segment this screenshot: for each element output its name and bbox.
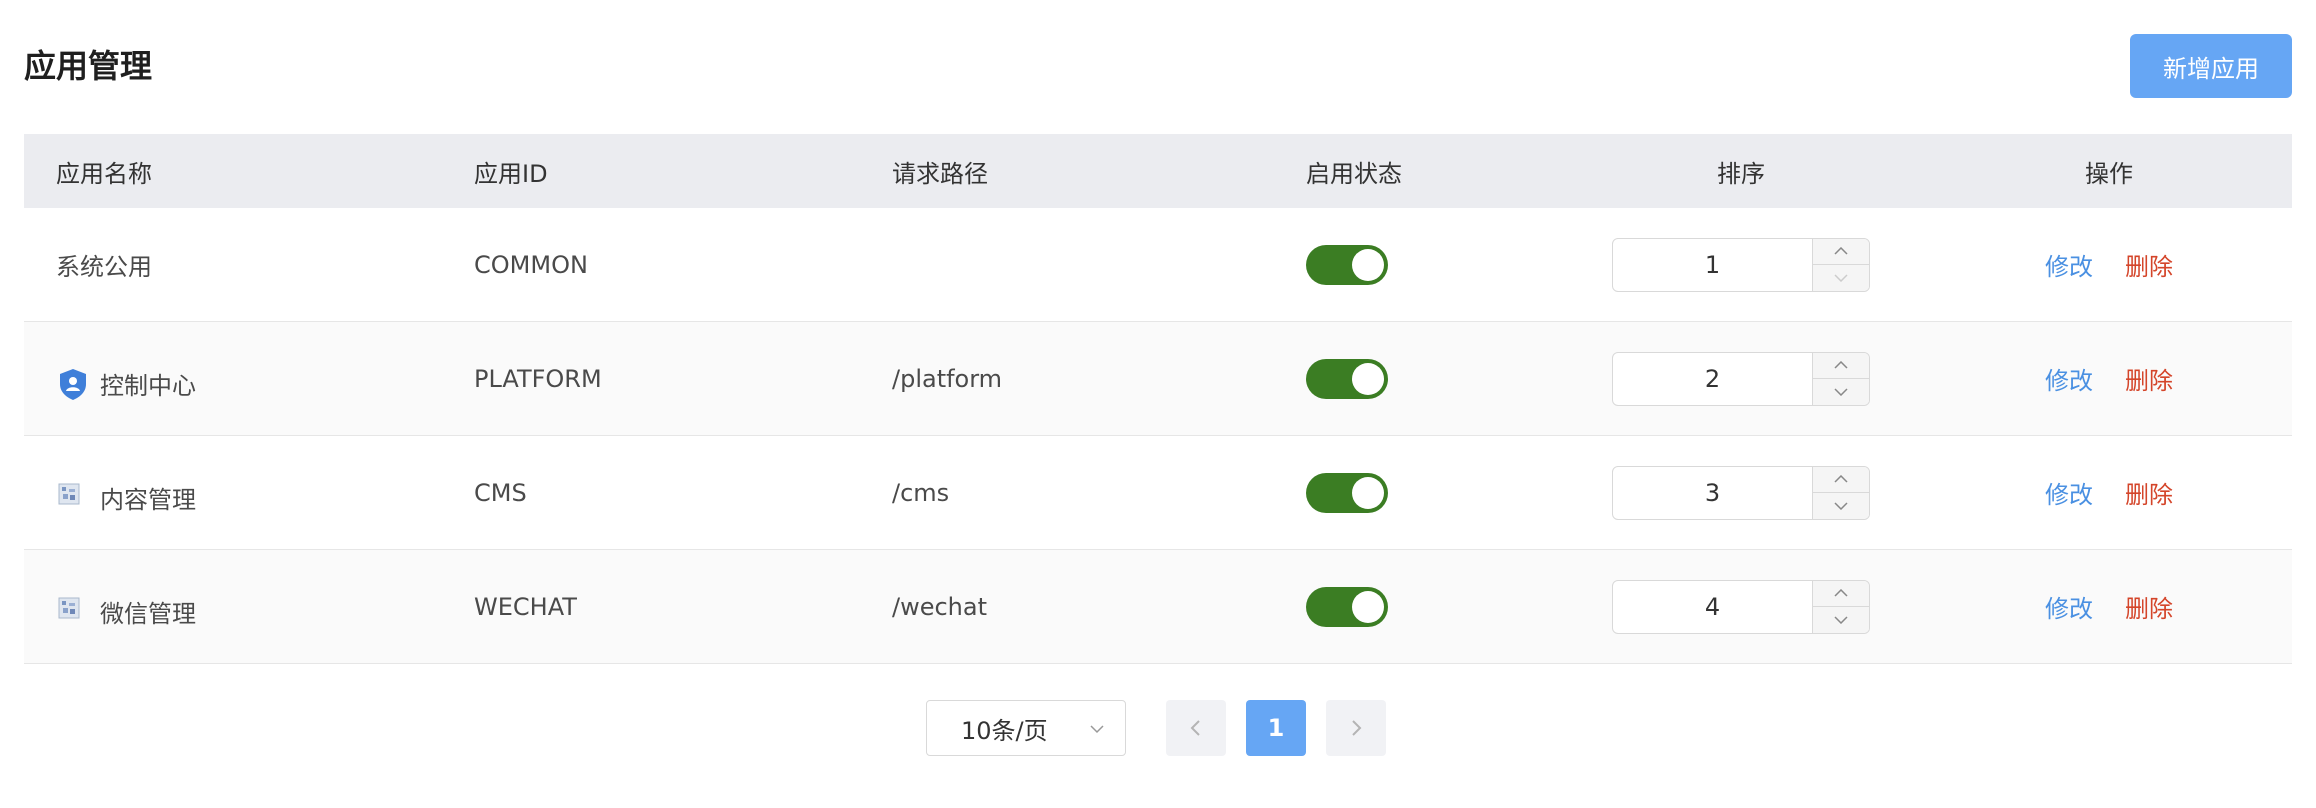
chevron-down-icon — [1834, 274, 1848, 282]
column-header-order: 排序 — [1717, 159, 1765, 188]
app-management-page: 应用管理 新增应用 应用名称 应用ID 请求路径 启用状态 排序 操作 系统公用… — [0, 0, 2316, 808]
app-id: WECHAT — [474, 592, 577, 621]
app-name: 系统公用 — [56, 253, 152, 281]
shield-user-icon — [60, 369, 86, 400]
order-stepper[interactable]: 3 — [1612, 465, 1870, 520]
page-title: 应用管理 — [24, 47, 153, 85]
increment-button[interactable] — [1813, 353, 1869, 379]
edit-link[interactable]: 修改 — [2045, 247, 2093, 282]
chevron-left-icon — [1190, 720, 1200, 736]
app-table: 应用名称 应用ID 请求路径 启用状态 排序 操作 系统公用 COMMON 1 — [24, 134, 2292, 664]
chevron-up-icon — [1834, 247, 1848, 255]
order-stepper[interactable]: 1 — [1612, 237, 1870, 292]
app-name-cell: 微信管理 — [24, 584, 442, 629]
app-name: 微信管理 — [100, 600, 196, 628]
app-id: CMS — [474, 478, 527, 507]
pagination: 10条/页 1 — [0, 700, 2316, 760]
chevron-up-icon — [1834, 361, 1848, 369]
enabled-toggle[interactable] — [1306, 244, 1388, 285]
app-name-cell: 控制中心 — [24, 356, 442, 401]
request-path: /cms — [892, 478, 950, 507]
order-value[interactable]: 4 — [1613, 580, 1813, 633]
chevron-down-icon — [1834, 502, 1848, 510]
order-value[interactable]: 1 — [1613, 238, 1813, 291]
column-header-app-id: 应用ID — [474, 159, 548, 188]
request-path: /platform — [892, 364, 1003, 393]
enabled-toggle[interactable] — [1306, 358, 1388, 399]
toggle-knob — [1352, 476, 1384, 509]
delete-link[interactable]: 删除 — [2125, 247, 2173, 282]
app-name: 控制中心 — [100, 372, 196, 400]
increment-button[interactable] — [1813, 467, 1869, 493]
table-row: 系统公用 COMMON 1 修改 删除 — [24, 208, 2292, 322]
app-id: COMMON — [474, 250, 588, 279]
app-id: PLATFORM — [474, 364, 602, 393]
edit-link[interactable]: 修改 — [2045, 361, 2093, 396]
add-app-button[interactable]: 新增应用 — [2130, 34, 2292, 98]
chevron-up-icon — [1834, 475, 1848, 483]
delete-link[interactable]: 删除 — [2125, 361, 2173, 396]
order-value[interactable]: 3 — [1613, 466, 1813, 519]
app-name-cell: 系统公用 — [24, 247, 442, 282]
app-name-cell: 内容管理 — [24, 470, 442, 515]
request-path: /wechat — [892, 592, 988, 621]
table-row: 微信管理 WECHAT /wechat 4 修改 删除 — [24, 550, 2292, 664]
previous-page-button[interactable] — [1166, 700, 1226, 756]
chevron-down-icon — [1834, 616, 1848, 624]
order-stepper[interactable]: 4 — [1612, 579, 1870, 634]
column-header-app-name: 应用名称 — [56, 159, 152, 188]
delete-link[interactable]: 删除 — [2125, 475, 2173, 510]
page-size-select[interactable]: 10条/页 — [926, 700, 1126, 756]
column-header-enabled: 启用状态 — [1306, 159, 1402, 188]
decrement-button[interactable] — [1813, 607, 1869, 633]
broken-image-icon — [58, 597, 80, 619]
order-value[interactable]: 2 — [1613, 352, 1813, 405]
toggle-knob — [1352, 590, 1384, 623]
increment-button[interactable] — [1813, 581, 1869, 607]
broken-image-icon — [58, 483, 80, 505]
decrement-button[interactable] — [1813, 265, 1869, 291]
order-stepper[interactable]: 2 — [1612, 351, 1870, 406]
chevron-up-icon — [1834, 589, 1848, 597]
enabled-toggle[interactable] — [1306, 472, 1388, 513]
chevron-down-icon — [1090, 725, 1104, 734]
toggle-knob — [1352, 248, 1384, 281]
page-number-button[interactable]: 1 — [1246, 700, 1306, 756]
table-row: 内容管理 CMS /cms 3 修改 删除 — [24, 436, 2292, 550]
page-size-value: 10条/页 — [961, 716, 1048, 745]
decrement-button[interactable] — [1813, 379, 1869, 405]
delete-link[interactable]: 删除 — [2125, 589, 2173, 624]
table-header: 应用名称 应用ID 请求路径 启用状态 排序 操作 — [24, 134, 2292, 208]
edit-link[interactable]: 修改 — [2045, 589, 2093, 624]
enabled-toggle[interactable] — [1306, 586, 1388, 627]
chevron-down-icon — [1834, 388, 1848, 396]
edit-link[interactable]: 修改 — [2045, 475, 2093, 510]
increment-button[interactable] — [1813, 239, 1869, 265]
column-header-actions: 操作 — [2085, 159, 2133, 188]
app-name: 内容管理 — [100, 486, 196, 514]
next-page-button[interactable] — [1326, 700, 1386, 756]
decrement-button[interactable] — [1813, 493, 1869, 519]
table-row: 控制中心 PLATFORM /platform 2 修改 删除 — [24, 322, 2292, 436]
toggle-knob — [1352, 362, 1384, 395]
chevron-right-icon — [1352, 720, 1362, 736]
column-header-request-path: 请求路径 — [892, 159, 988, 188]
